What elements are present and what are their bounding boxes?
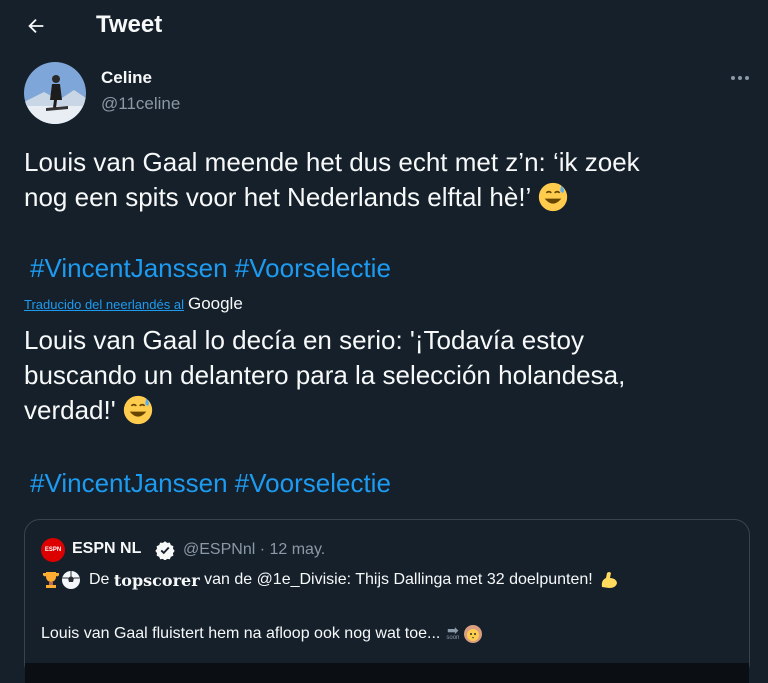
quoted-text-prefix: De (89, 571, 110, 588)
quoted-text-line: De topscorer van de @1e_Divisie: Thijs D… (41, 570, 619, 590)
translated-from-link[interactable]: Traducido del neerlandés al (24, 297, 184, 312)
translation-attribution: Traducido del neerlandés al Google (24, 294, 243, 314)
lion-face-icon (464, 625, 483, 643)
tweet-text-line: nog een spits voor het Nederlands elftal… (24, 180, 754, 215)
quoted-text-rest: van de @1e_Divisie: Thijs Dallinga met 3… (204, 571, 593, 588)
hashtags: #VincentJanssen #Voorselectie (30, 253, 391, 284)
translated-hashtags: #VincentJanssen #Voorselectie (30, 468, 391, 499)
translated-text: Louis van Gaal lo decía en serio: '¡Toda… (24, 323, 754, 428)
translated-text-line: verdad!' (24, 393, 754, 428)
quoted-text-bold: topscorer (113, 570, 200, 590)
hashtag-link[interactable]: #VincentJanssen (30, 253, 228, 283)
tweet-text: Louis van Gaal meende het dus echt met z… (24, 145, 754, 215)
soon-arrow-icon: ➡ soon (446, 622, 460, 641)
quoted-handle-date: @ESPNnl · 12 may. (183, 541, 326, 558)
google-logo: Google (187, 294, 243, 313)
author-handle[interactable]: @11celine (101, 94, 180, 114)
translated-text-line: buscando un delantero para la selección … (24, 360, 626, 390)
hashtag-link[interactable]: #VincentJanssen (30, 468, 228, 498)
quoted-tweet[interactable]: ESPN ESPN NL @ESPNnl · 12 may. De topsco… (24, 519, 750, 683)
translated-text-line: Louis van Gaal lo decía en serio: '¡Toda… (24, 325, 584, 355)
more-options-button[interactable] (728, 68, 752, 88)
sweat-smile-emoji-icon (538, 182, 567, 212)
quoted-media[interactable] (25, 663, 749, 683)
avatar[interactable] (24, 62, 86, 124)
quoted-avatar: ESPN (41, 538, 65, 562)
quoted-text-line: Louis van Gaal fluistert hem na afloop o… (41, 622, 483, 644)
arrow-left-icon (28, 18, 44, 34)
verified-badge-icon (155, 541, 175, 560)
author-name[interactable]: Celine (101, 68, 152, 88)
page-title: Tweet (96, 11, 163, 38)
hashtag-link[interactable]: #Voorselectie (235, 468, 391, 498)
soccer-ball-icon (62, 571, 80, 589)
sweat-smile-emoji-icon (123, 395, 153, 425)
back-button[interactable] (22, 12, 50, 40)
flexed-biceps-icon (601, 572, 617, 588)
hashtag-link[interactable]: #Voorselectie (235, 253, 391, 283)
trophy-icon (43, 572, 59, 588)
quoted-author-name: ESPN NL (72, 540, 142, 557)
top-bar: Tweet (0, 0, 768, 52)
tweet-text-line: Louis van Gaal meende het dus echt met z… (24, 147, 640, 177)
more-horizontal-icon (731, 76, 749, 80)
soon-label: soon (446, 635, 460, 641)
